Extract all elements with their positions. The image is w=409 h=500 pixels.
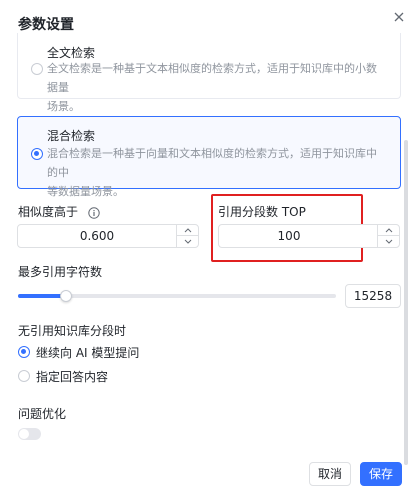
no-reference-option-continue-radio[interactable] [18, 346, 30, 358]
top-segments-label: 引用分段数 TOP [218, 205, 306, 219]
cancel-button[interactable]: 取消 [309, 462, 351, 486]
save-button[interactable]: 保存 [360, 462, 402, 486]
max-chars-input[interactable]: 15258 [345, 284, 401, 308]
search-mode-fulltext-radio[interactable] [31, 63, 43, 75]
search-mode-title: 混合检索 [47, 129, 96, 143]
similarity-input[interactable]: 0.600 [17, 224, 199, 248]
no-reference-label: 无引用知识库分段时 [18, 324, 127, 338]
search-mode-hybrid-radio[interactable] [31, 148, 43, 160]
question-optimization-label: 问题优化 [18, 407, 67, 421]
search-mode-description: 全文检索是一种基于文本相似度的检索方式，适用于知识库中的小数据量 场景。 [47, 62, 377, 113]
dialog-title: 参数设置 [18, 17, 74, 33]
top-segments-input[interactable]: 100 [218, 224, 400, 248]
question-optimization-toggle[interactable] [18, 428, 41, 440]
max-chars-slider-fill [18, 294, 66, 298]
chevron-down-icon[interactable] [378, 236, 399, 247]
max-chars-slider-thumb[interactable] [59, 290, 72, 302]
info-icon[interactable] [88, 204, 100, 219]
no-reference-option-label[interactable]: 继续向 AI 模型提问 [36, 344, 139, 361]
close-icon[interactable] [392, 9, 406, 23]
no-reference-option-custom-radio[interactable] [18, 370, 30, 382]
dialog-scrollbar[interactable] [404, 140, 408, 465]
similarity-label: 相似度高于 [18, 205, 79, 219]
max-chars-label: 最多引用字符数 [18, 265, 103, 279]
similarity-stepper[interactable] [176, 225, 198, 247]
no-reference-option-label[interactable]: 指定回答内容 [36, 368, 108, 385]
top-segments-stepper[interactable] [377, 225, 399, 247]
chevron-up-icon[interactable] [177, 225, 198, 236]
chevron-up-icon[interactable] [378, 225, 399, 236]
chevron-down-icon[interactable] [177, 236, 198, 247]
search-mode-description: 混合检索是一种基于向量和文本相似度的检索方式，适用于知识库中的中 等数据量场景。 [47, 147, 377, 198]
toggle-knob [19, 429, 29, 439]
